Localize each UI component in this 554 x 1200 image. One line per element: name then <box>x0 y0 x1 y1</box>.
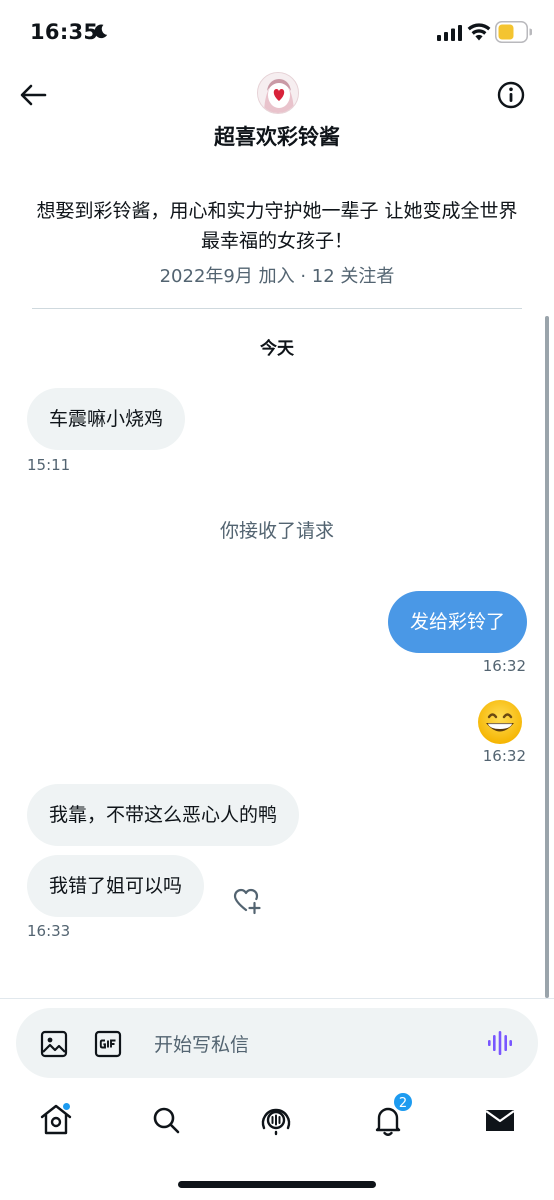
message-time: 16:32 <box>482 747 526 765</box>
home-indicator[interactable] <box>178 1181 376 1188</box>
avatar-image <box>258 73 298 113</box>
message-composer[interactable]: 开始写私信 <box>16 1008 538 1078</box>
header-divider <box>32 308 522 309</box>
message-time: 15:11 <box>27 456 71 474</box>
bottom-navigation: 2 <box>0 1090 554 1160</box>
image-icon[interactable] <box>40 1030 68 1058</box>
composer-placeholder[interactable]: 开始写私信 <box>154 1030 249 1057</box>
envelope-icon <box>485 1110 515 1131</box>
moon-icon <box>94 24 108 39</box>
profile-bio: 想娶到彩铃酱，用心和实力守护她一辈子 让她变成全世界最幸福的女孩子！ <box>36 200 518 252</box>
spaces-icon-glyph <box>261 1108 291 1136</box>
scrollbar[interactable] <box>545 316 549 998</box>
search-icon-glyph <box>153 1107 180 1134</box>
message-time: 16:32 <box>482 657 526 675</box>
back-arrow-icon[interactable] <box>18 80 48 110</box>
status-time: 16:35 <box>30 20 99 44</box>
battery-icon <box>495 21 532 43</box>
status-bar: 16:35 <box>0 0 554 66</box>
notifications-icon[interactable]: 2 <box>368 1091 414 1140</box>
day-label: 今天 <box>260 339 294 359</box>
gif-icon[interactable] <box>94 1030 122 1058</box>
wifi-icon <box>467 23 491 41</box>
composer-divider <box>0 998 554 999</box>
spaces-icon[interactable] <box>256 1100 296 1140</box>
info-icon[interactable] <box>496 80 526 110</box>
profile-meta: 2022年9月 加入 · 12 关注者 <box>159 266 395 287</box>
search-icon[interactable] <box>146 1100 186 1140</box>
voice-icon[interactable] <box>486 1030 514 1056</box>
message-bubble-incoming[interactable]: 车震嘛小烧鸡 <box>27 388 186 450</box>
conversation-title: 超喜欢彩铃酱 <box>214 125 340 149</box>
message-bubble-outgoing[interactable]: 发给彩铃了 <box>387 591 527 653</box>
home-icon[interactable] <box>36 1100 76 1140</box>
add-reaction-icon[interactable] <box>232 887 262 915</box>
system-note: 你接收了请求 <box>219 520 334 542</box>
message-time: 16:33 <box>27 922 71 940</box>
notifications-badge: 2 <box>392 1091 414 1113</box>
signal-icon <box>437 25 462 41</box>
avatar[interactable] <box>257 72 299 114</box>
message-bubble-incoming[interactable]: 我错了姐可以吗 <box>27 855 205 917</box>
messages-icon[interactable] <box>480 1100 520 1140</box>
message-bubble-incoming[interactable]: 我靠，不带这么恶心人的鸭 <box>27 784 300 846</box>
grinning-face-emoji[interactable] <box>476 698 524 746</box>
home-unread-dot <box>62 1102 71 1111</box>
